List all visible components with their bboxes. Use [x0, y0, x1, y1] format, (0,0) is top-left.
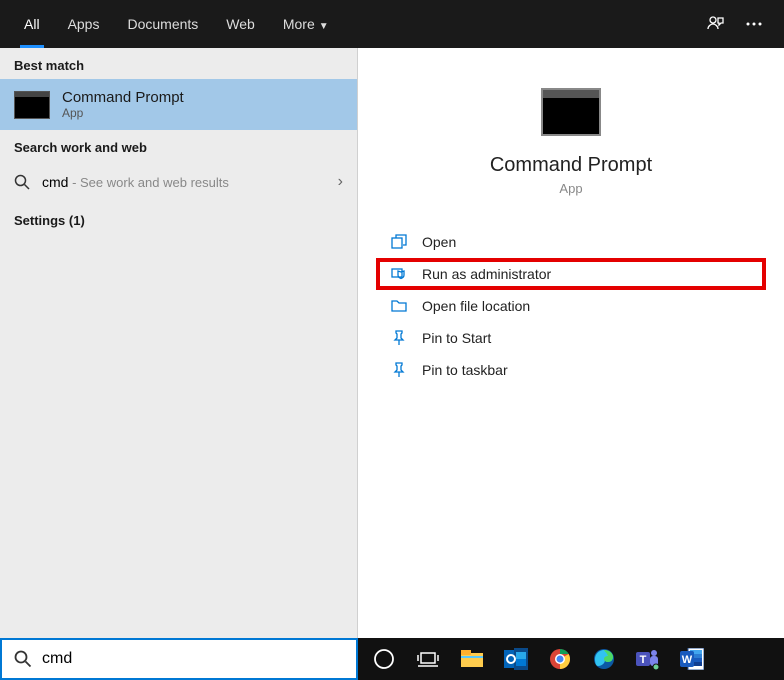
teams-icon[interactable]: T — [628, 640, 668, 678]
search-input[interactable] — [42, 650, 344, 668]
action-pin-to-taskbar[interactable]: Pin to taskbar — [376, 354, 766, 386]
preview-panel: Command Prompt App Open Run as administr… — [358, 48, 784, 638]
search-results-panel: Best match Command Prompt App Search wor… — [0, 48, 358, 638]
settings-header[interactable]: Settings (1) — [0, 203, 357, 238]
action-pin-taskbar-label: Pin to taskbar — [422, 362, 508, 378]
command-prompt-icon — [14, 91, 50, 119]
tab-apps[interactable]: Apps — [54, 0, 114, 48]
preview-subtitle: App — [358, 181, 784, 196]
best-match-title: Command Prompt — [62, 89, 184, 106]
word-icon[interactable]: W — [672, 640, 712, 678]
search-filter-tabs: All Apps Documents Web More▼ — [0, 0, 784, 48]
tab-all[interactable]: All — [10, 0, 54, 48]
file-explorer-icon[interactable] — [452, 640, 492, 678]
search-work-web-header: Search work and web — [0, 130, 357, 161]
more-options-icon[interactable] — [744, 14, 764, 34]
tab-more[interactable]: More▼ — [269, 0, 343, 48]
svg-text:T: T — [640, 654, 647, 666]
folder-icon — [388, 298, 410, 314]
task-view-icon[interactable] — [408, 640, 448, 678]
action-open-file-location[interactable]: Open file location — [376, 290, 766, 322]
search-web-item[interactable]: cmd - See work and web results › — [0, 161, 357, 203]
action-run-admin-label: Run as administrator — [422, 266, 551, 282]
chevron-right-icon: › — [338, 173, 343, 191]
search-icon — [14, 650, 32, 668]
taskbar: T W — [358, 638, 784, 680]
action-open[interactable]: Open — [376, 226, 766, 258]
command-prompt-icon — [541, 88, 601, 136]
cortana-icon[interactable] — [364, 640, 404, 678]
best-match-subtitle: App — [62, 106, 184, 120]
action-run-as-administrator[interactable]: Run as administrator — [376, 258, 766, 290]
open-icon — [388, 234, 410, 250]
tab-documents[interactable]: Documents — [113, 0, 212, 48]
action-pin-to-start[interactable]: Pin to Start — [376, 322, 766, 354]
edge-icon[interactable] — [584, 640, 624, 678]
best-match-item[interactable]: Command Prompt App — [0, 79, 357, 130]
shield-admin-icon — [388, 266, 410, 282]
action-open-location-label: Open file location — [422, 298, 530, 314]
search-web-query: cmd — [42, 174, 68, 190]
tab-web[interactable]: Web — [212, 0, 269, 48]
best-match-header: Best match — [0, 48, 357, 79]
action-open-label: Open — [422, 234, 456, 250]
action-pin-start-label: Pin to Start — [422, 330, 491, 346]
taskbar-search-box[interactable] — [0, 638, 358, 680]
chrome-icon[interactable] — [540, 640, 580, 678]
chevron-down-icon: ▼ — [319, 21, 329, 32]
svg-text:W: W — [682, 654, 693, 666]
search-icon — [14, 174, 32, 190]
preview-title: Command Prompt — [358, 154, 784, 177]
feedback-icon[interactable] — [706, 14, 726, 34]
outlook-icon[interactable] — [496, 640, 536, 678]
search-web-hint: - See work and web results — [68, 175, 228, 190]
pin-icon — [388, 362, 410, 378]
pin-icon — [388, 330, 410, 346]
